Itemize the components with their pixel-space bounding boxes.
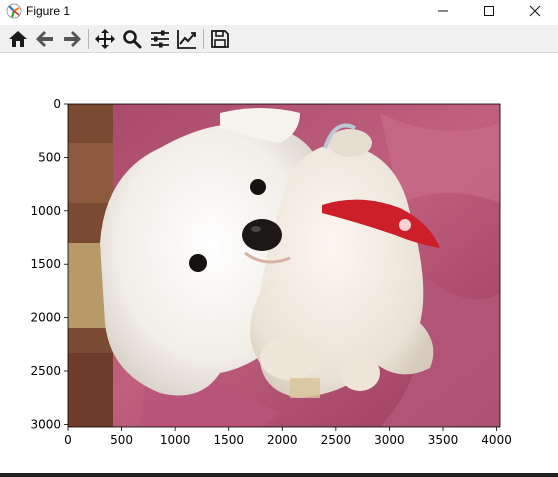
x-tick-label: 2000 xyxy=(267,433,298,447)
y-tick-label: 0 xyxy=(53,97,61,111)
matplotlib-logo-icon xyxy=(6,3,22,19)
minimize-icon xyxy=(438,10,448,12)
pan-button[interactable] xyxy=(93,27,117,51)
x-tick-label: 500 xyxy=(110,433,133,447)
x-tick-label: 3500 xyxy=(428,433,459,447)
title-bar: Figure 1 xyxy=(0,0,558,22)
save-button[interactable] xyxy=(208,27,232,51)
x-tick-label: 0 xyxy=(64,433,72,447)
customize-button[interactable] xyxy=(175,27,199,51)
minimize-button[interactable] xyxy=(420,0,466,22)
x-tick-label: 1500 xyxy=(213,433,244,447)
maximize-icon xyxy=(484,6,494,16)
back-button[interactable] xyxy=(33,27,57,51)
arrow-right-icon xyxy=(64,31,81,47)
maximize-button[interactable] xyxy=(466,0,512,22)
x-axis-ticks: 0 500 1000 1500 2000 2500 3000 3500 4000 xyxy=(64,427,512,447)
y-axis-ticks: 0 500 1000 1500 2000 2500 3000 xyxy=(30,97,68,431)
x-tick-label: 4000 xyxy=(481,433,512,447)
close-button[interactable] xyxy=(512,0,558,22)
x-tick-label: 2500 xyxy=(321,433,352,447)
home-icon xyxy=(9,31,27,47)
window-title: Figure 1 xyxy=(26,4,71,18)
move-icon xyxy=(95,29,115,49)
close-icon xyxy=(529,5,541,17)
figure-window: Figure 1 0 500 1000 1500 2000 2500 3000 … xyxy=(0,0,558,477)
figure-canvas: 0 500 1000 1500 2000 2500 3000 3500 4000 0 500 100… xyxy=(0,53,558,473)
magnifier-icon xyxy=(123,30,142,49)
line-chart-icon xyxy=(177,30,196,49)
x-tick-label: 3000 xyxy=(374,433,405,447)
zoom-button[interactable] xyxy=(120,27,144,51)
axes-svg: 0 500 1000 1500 2000 2500 3000 3500 4000 0 500 100… xyxy=(30,97,512,447)
forward-button[interactable] xyxy=(60,27,84,51)
y-tick-label: 2000 xyxy=(30,311,61,325)
y-tick-label: 1000 xyxy=(30,204,61,218)
subplots-button[interactable] xyxy=(148,27,172,51)
home-button[interactable] xyxy=(6,27,30,51)
arrow-left-icon xyxy=(36,31,53,47)
y-tick-label: 1500 xyxy=(30,257,61,271)
navigation-toolbar xyxy=(0,25,558,53)
window-bottom-edge xyxy=(0,473,558,477)
floppy-disk-icon xyxy=(211,30,229,48)
y-tick-label: 2500 xyxy=(30,364,61,378)
window-controls xyxy=(420,0,558,22)
x-tick-label: 1000 xyxy=(160,433,191,447)
y-tick-label: 500 xyxy=(38,150,61,164)
toolbar-separator xyxy=(88,29,89,49)
sliders-icon xyxy=(151,30,169,48)
toolbar-separator xyxy=(203,29,204,49)
y-tick-label: 3000 xyxy=(30,417,61,431)
dog-photo-image xyxy=(68,104,500,427)
